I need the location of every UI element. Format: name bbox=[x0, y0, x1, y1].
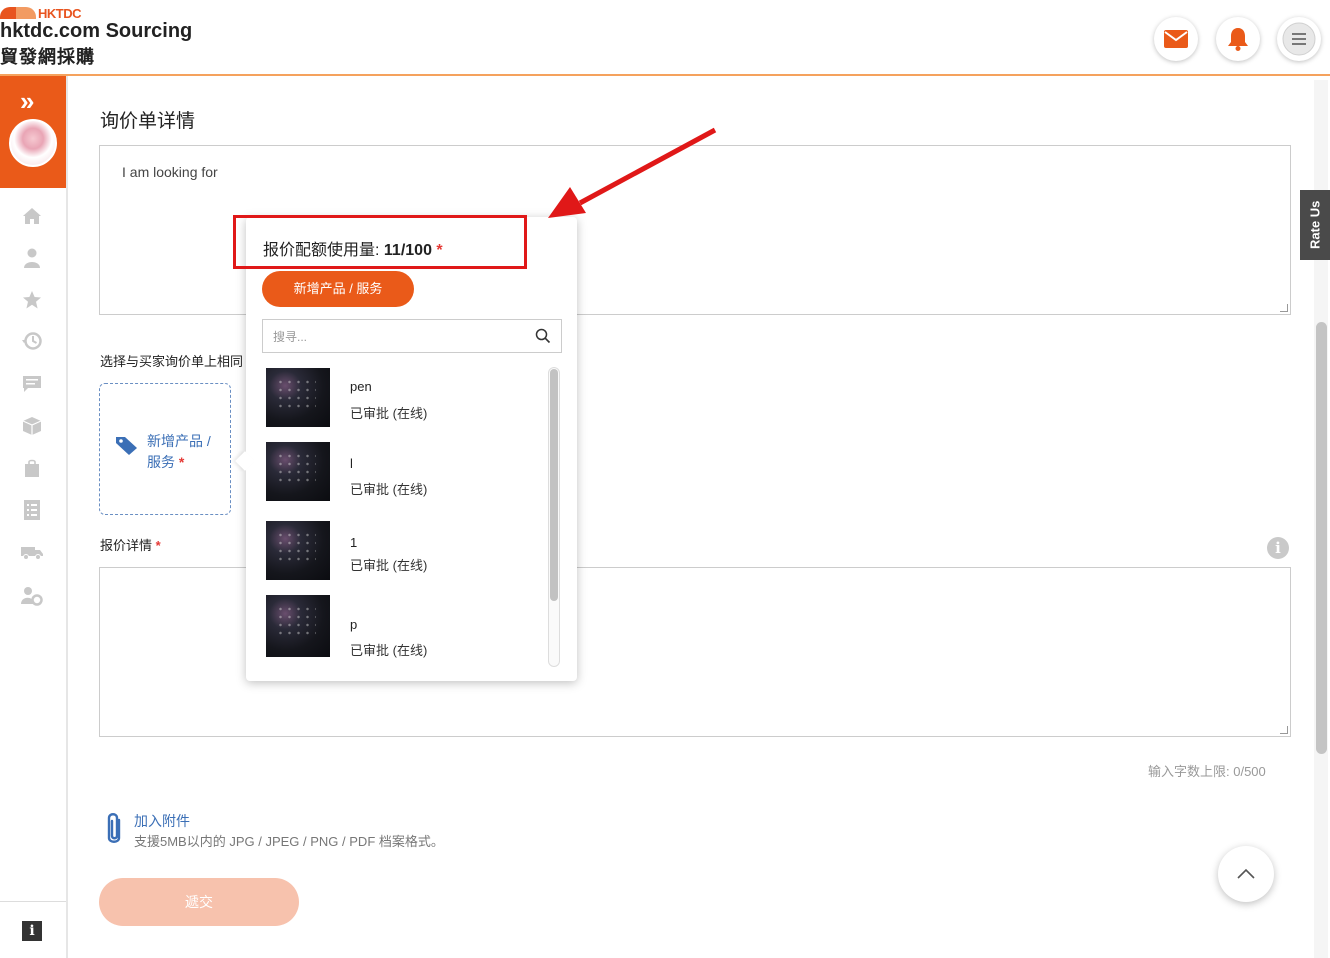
history-icon[interactable] bbox=[21, 330, 43, 352]
highlight-box bbox=[233, 215, 527, 269]
search-icon[interactable] bbox=[535, 328, 551, 344]
char-limit-counter: 输入字数上限: 0/500 bbox=[1148, 764, 1266, 779]
sidebar-profile-panel: » bbox=[0, 76, 66, 188]
product-status: 已审批 (在线) bbox=[350, 406, 428, 421]
list-item[interactable]: pen 已审批 (在线) bbox=[266, 368, 536, 434]
paperclip-icon[interactable] bbox=[104, 812, 124, 846]
user-icon[interactable] bbox=[21, 247, 43, 269]
truck-icon[interactable] bbox=[21, 541, 43, 563]
popover-caret bbox=[235, 451, 255, 471]
site-subtitle: 貿發網採購 bbox=[0, 47, 95, 67]
mail-button[interactable] bbox=[1154, 17, 1198, 61]
bag-icon[interactable] bbox=[21, 457, 43, 479]
product-search-input[interactable]: 搜寻... bbox=[262, 319, 562, 353]
product-status: 已审批 (在线) bbox=[350, 643, 428, 658]
sidebar: » i bbox=[0, 76, 68, 958]
hktdc-logo-mark bbox=[0, 7, 36, 19]
page-scrollbar[interactable] bbox=[1316, 322, 1327, 754]
list-item[interactable]: l 已审批 (在线) bbox=[266, 442, 536, 508]
list-icon[interactable] bbox=[21, 499, 43, 521]
notification-button[interactable] bbox=[1216, 17, 1260, 61]
product-status: 已审批 (在线) bbox=[350, 558, 428, 573]
star-icon[interactable] bbox=[21, 289, 43, 311]
quote-details-label: 报价详情 * bbox=[100, 538, 161, 553]
menu-button[interactable] bbox=[1277, 17, 1321, 61]
product-status: 已审批 (在线) bbox=[350, 482, 428, 497]
search-placeholder: 搜寻... bbox=[273, 329, 308, 344]
hktdc-logo-text: HKTDC bbox=[38, 5, 82, 21]
tag-icon bbox=[116, 437, 137, 455]
resize-handle-icon[interactable] bbox=[1280, 304, 1288, 312]
add-attachment-link[interactable]: 加入附件 bbox=[134, 811, 190, 831]
list-item[interactable]: p 已审批 (在线) bbox=[266, 595, 536, 661]
product-name: l bbox=[350, 456, 353, 471]
mail-icon bbox=[1164, 30, 1188, 48]
avatar[interactable] bbox=[9, 119, 57, 167]
annotation-arrow-icon bbox=[548, 127, 717, 218]
enquiry-text: I am looking for bbox=[122, 164, 218, 180]
attachment-hint: 支援5MB以内的 JPG / JPEG / PNG / PDF 档案格式。 bbox=[134, 834, 444, 849]
info-tooltip-icon[interactable]: i bbox=[1267, 537, 1289, 559]
hktdc-logo[interactable]: HKTDC bbox=[0, 5, 82, 21]
site-title[interactable]: hktdc.com Sourcing bbox=[0, 20, 192, 43]
submit-button[interactable]: 遞交 bbox=[99, 878, 299, 926]
chevron-up-icon bbox=[1237, 868, 1255, 879]
add-product-card[interactable]: 新增产品 / 服务 * bbox=[99, 383, 231, 515]
product-list-scrollbar[interactable] bbox=[550, 369, 558, 601]
add-product-button[interactable]: 新增产品 / 服务 bbox=[262, 271, 414, 307]
user-settings-icon[interactable] bbox=[21, 585, 43, 607]
home-icon[interactable] bbox=[21, 205, 43, 227]
expand-chevron-icon[interactable]: » bbox=[20, 88, 34, 114]
resize-handle-icon[interactable] bbox=[1280, 726, 1288, 734]
product-name: p bbox=[350, 617, 358, 632]
product-select-label: 选择与买家询价单上相同 bbox=[100, 354, 244, 369]
list-item[interactable]: 1 已审批 (在线) bbox=[266, 521, 536, 587]
product-list[interactable]: pen 已审批 (在线) l 已审批 (在线) 1 已审批 (在线) p 已审批… bbox=[262, 364, 562, 666]
bell-icon bbox=[1228, 28, 1248, 51]
sidebar-divider bbox=[0, 901, 66, 902]
product-thumbnail bbox=[266, 521, 330, 580]
product-thumbnail bbox=[266, 595, 330, 657]
menu-icon bbox=[1282, 22, 1316, 56]
rate-us-tab[interactable]: Rate Us bbox=[1300, 190, 1330, 260]
scroll-to-top-button[interactable] bbox=[1218, 846, 1274, 902]
product-picker-popover: 报价配额使用量: 11/100 * 新增产品 / 服务 搜寻... pen 已审… bbox=[235, 217, 577, 681]
message-icon[interactable] bbox=[21, 373, 43, 395]
top-header: HKTDC hktdc.com Sourcing 貿發網採購 bbox=[0, 0, 1330, 76]
product-thumbnail bbox=[266, 442, 330, 501]
box-icon[interactable] bbox=[21, 415, 43, 437]
info-icon[interactable]: i bbox=[22, 921, 42, 941]
page-title: 询价单详情 bbox=[100, 111, 196, 132]
add-product-label: 新增产品 / 服务 * bbox=[147, 433, 211, 470]
product-name: 1 bbox=[350, 535, 358, 550]
product-thumbnail bbox=[266, 368, 330, 427]
product-name: pen bbox=[350, 379, 372, 394]
